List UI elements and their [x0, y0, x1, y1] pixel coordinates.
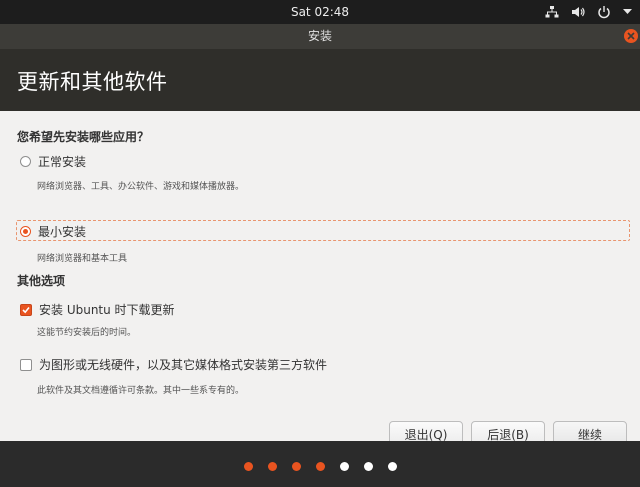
installer-window: 安装 更新和其他软件 您希望先安装哪些应用？ 正常安装 网络浏览器、工具、办公软… [0, 24, 640, 487]
close-icon [627, 32, 635, 40]
chevron-down-icon[interactable] [622, 4, 632, 20]
check-icon [22, 306, 30, 313]
close-button[interactable] [624, 29, 638, 43]
top-panel: Sat 02:48 [0, 0, 640, 24]
minimal-install-radio[interactable]: 最小安装 [20, 223, 86, 240]
focus-outline [16, 220, 630, 241]
third-party-software-description: 此软件及其文档遵循许可条款。其中一些系专有的。 [37, 386, 245, 396]
volume-icon[interactable] [570, 4, 586, 20]
checkbox-unchecked[interactable] [20, 358, 32, 371]
radio-indicator-selected[interactable] [20, 226, 31, 237]
other-options-label: 其他选项 [17, 274, 66, 288]
progress-footer [0, 441, 640, 487]
progress-dot-pending [363, 462, 373, 471]
normal-install-description: 网络浏览器、工具、办公软件、游戏和媒体播放器。 [37, 182, 245, 192]
normal-install-label[interactable]: 正常安装 [38, 153, 86, 170]
radio-indicator[interactable] [20, 156, 31, 167]
third-party-software-checkbox[interactable]: 为图形或无线硬件，以及其它媒体格式安装第三方软件 [20, 356, 327, 373]
third-party-software-label[interactable]: 为图形或无线硬件，以及其它媒体格式安装第三方软件 [39, 356, 327, 373]
power-icon[interactable] [596, 4, 612, 20]
window-title: 安装 [307, 29, 332, 43]
progress-dot-pending [387, 462, 397, 471]
minimal-install-label[interactable]: 最小安装 [38, 223, 86, 240]
progress-dot-done [243, 462, 253, 471]
progress-dot-pending [339, 462, 349, 471]
download-updates-checkbox[interactable]: 安装 Ubuntu 时下载更新 [20, 301, 175, 318]
progress-dot-done [267, 462, 277, 471]
progress-dot-done [315, 462, 325, 471]
download-updates-description: 这能节约安装后的时间。 [37, 328, 137, 338]
progress-dot-done [291, 462, 301, 471]
system-tray[interactable] [544, 0, 632, 24]
page-header: 更新和其他软件 [0, 49, 640, 111]
install-question-label: 您希望先安装哪些应用？ [17, 130, 150, 144]
minimal-install-description: 网络浏览器和基本工具 [37, 254, 128, 264]
page-title: 更新和其他软件 [17, 70, 168, 94]
checkbox-checked[interactable] [20, 303, 32, 316]
normal-install-radio[interactable]: 正常安装 [20, 153, 86, 170]
main-content: 您希望先安装哪些应用？ 正常安装 网络浏览器、工具、办公软件、游戏和媒体播放器。… [0, 111, 640, 447]
download-updates-label[interactable]: 安装 Ubuntu 时下载更新 [39, 301, 175, 318]
title-bar[interactable]: 安装 [0, 24, 640, 49]
network-icon[interactable] [544, 4, 560, 20]
progress-dots [0, 462, 640, 471]
